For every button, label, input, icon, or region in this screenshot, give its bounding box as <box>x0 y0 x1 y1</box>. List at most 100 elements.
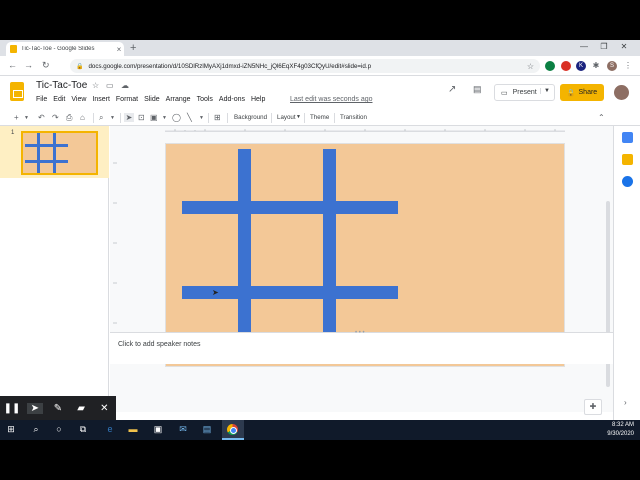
reload-icon[interactable]: ↻ <box>42 60 50 71</box>
line-icon[interactable]: ╲ <box>187 113 192 122</box>
taskbar-clock[interactable]: 8:32 AM 9/30/2020 <box>607 421 634 439</box>
menu-edit[interactable]: Edit <box>53 96 65 103</box>
present-button[interactable]: ▭ Present ▼ <box>494 84 555 101</box>
background-button[interactable]: Background <box>234 114 267 121</box>
star-icon[interactable]: ☆ <box>92 81 99 90</box>
thumb-grid-bar <box>25 144 68 147</box>
grid-vertical-bar-right[interactable] <box>323 149 336 363</box>
omnibox[interactable]: 🔒 docs.google.com/presentation/d/10SDlRz… <box>70 59 540 73</box>
minimize-window-icon[interactable]: — <box>578 42 590 51</box>
pointer-tool-icon[interactable]: ➤ <box>26 402 43 414</box>
slide-workspace: ➤ <box>110 126 613 412</box>
undo-icon[interactable]: ↶ <box>38 113 45 122</box>
grid-horizontal-bar-top[interactable] <box>182 201 398 214</box>
avatar[interactable] <box>614 85 629 100</box>
side-panel: › <box>613 126 640 440</box>
menu-insert[interactable]: Insert <box>92 96 110 103</box>
task-view-icon[interactable]: ⧉ <box>76 424 90 435</box>
extension-icon[interactable] <box>545 61 555 71</box>
maximize-window-icon[interactable]: ❐ <box>598 42 610 51</box>
bookmark-star-icon[interactable]: ☆ <box>527 62 534 71</box>
move-folder-icon[interactable]: ▭ <box>106 81 114 90</box>
pause-icon[interactable]: ❚❚ <box>4 403 21 414</box>
new-slide-icon[interactable]: + <box>14 113 19 122</box>
image-dropdown-icon[interactable]: ▼ <box>162 115 167 121</box>
collapse-toolbar-icon[interactable]: ⌃ <box>598 113 605 122</box>
chrome-taskbar-icon[interactable] <box>222 420 244 440</box>
slides-logo-icon[interactable] <box>10 82 24 101</box>
menu-arrange[interactable]: Arrange <box>166 96 191 103</box>
slide-thumbnail[interactable] <box>21 131 98 175</box>
highlighter-tool-icon[interactable]: ▰ <box>73 403 89 414</box>
menu-view[interactable]: View <box>71 96 86 103</box>
menu-addons[interactable]: Add-ons <box>219 96 245 103</box>
text-box-icon[interactable]: ⊡ <box>138 113 145 122</box>
close-tab-icon[interactable]: × <box>114 45 124 54</box>
app-icon[interactable]: ▤ <box>200 424 214 435</box>
select-cursor-icon[interactable]: ➤ <box>124 113 134 122</box>
explore-icon[interactable]: ✚ <box>584 399 602 415</box>
tasks-icon[interactable] <box>622 176 633 187</box>
last-edit-link[interactable]: Last edit was seconds ago <box>290 96 373 103</box>
transition-button[interactable]: Transition <box>340 114 367 121</box>
zoom-icon[interactable]: ⌕ <box>99 113 103 123</box>
shape-icon[interactable]: ◯ <box>172 113 181 122</box>
pen-tool-icon[interactable]: ✎ <box>50 403 66 414</box>
cortana-icon[interactable]: ○ <box>52 424 66 434</box>
print-icon[interactable]: ⎙ <box>66 113 72 123</box>
cloud-saved-icon: ☁ <box>121 81 129 90</box>
new-tab-button[interactable]: + <box>130 42 136 54</box>
menu-bar: File Edit View Insert Format Slide Arran… <box>36 96 265 103</box>
profile-s-icon[interactable]: S <box>607 61 617 71</box>
forward-icon[interactable]: → <box>24 60 33 70</box>
close-window-icon[interactable]: ✕ <box>618 42 630 51</box>
speaker-notes[interactable]: • • • Click to add speaker notes <box>110 330 613 364</box>
theme-button[interactable]: Theme <box>310 114 329 121</box>
screen: Tic-Tac-Toe - Google Slides × + — ❐ ✕ ← … <box>0 40 640 440</box>
grid-vertical-bar-left[interactable] <box>238 149 251 363</box>
paint-format-icon[interactable]: ⌂ <box>80 113 85 122</box>
edge-icon[interactable]: e <box>103 424 117 434</box>
thumb-grid-bar <box>37 133 40 173</box>
toolbar-divider <box>227 113 228 123</box>
layout-button[interactable]: Layout <box>277 114 296 121</box>
new-slide-dropdown-icon[interactable]: ▼ <box>24 115 29 121</box>
toolbar-divider <box>304 113 305 123</box>
menu-tools[interactable]: Tools <box>197 96 213 103</box>
present-dropdown-icon[interactable]: ▼ <box>540 88 550 94</box>
comment-add-icon[interactable]: ⊞ <box>214 113 221 122</box>
extensions-puzzle-icon[interactable]: ✱ <box>591 61 601 71</box>
menu-help[interactable]: Help <box>251 96 265 103</box>
address-bar-row: ← → ↻ 🔒 docs.google.com/presentation/d/1… <box>0 56 640 76</box>
extension-record-icon[interactable] <box>561 61 571 71</box>
layout-dropdown-icon[interactable]: ▼ <box>296 114 301 120</box>
tab-title: Tic-Tac-Toe - Google Slides <box>21 46 95 52</box>
redo-icon[interactable]: ↷ <box>52 113 59 122</box>
browser-tab[interactable]: Tic-Tac-Toe - Google Slides × <box>6 42 124 56</box>
browser-menu-icon[interactable]: ⋮ <box>623 61 633 71</box>
menu-file[interactable]: File <box>36 96 47 103</box>
mail-icon[interactable]: ✉ <box>176 424 190 435</box>
notes-resize-handle[interactable]: • • • <box>355 330 365 336</box>
zoom-dropdown-icon[interactable]: ▼ <box>110 115 115 121</box>
comment-history-icon[interactable]: ▤ <box>473 84 482 95</box>
menu-format[interactable]: Format <box>116 96 138 103</box>
extension-k-icon[interactable]: K <box>576 61 586 71</box>
file-explorer-icon[interactable]: ▬ <box>126 424 140 434</box>
close-annotation-icon[interactable]: ✕ <box>96 403 112 414</box>
image-icon[interactable]: ▣ <box>150 113 158 122</box>
annotation-toolbar: ❚❚ ➤ ✎ ▰ ✕ <box>0 396 116 420</box>
search-icon[interactable]: ⌕ <box>29 424 43 435</box>
activity-dashboard-icon[interactable]: ↗ <box>448 84 456 95</box>
line-dropdown-icon[interactable]: ▼ <box>199 115 204 121</box>
document-title[interactable]: Tic-Tac-Toe <box>36 80 87 91</box>
side-panel-expand-icon[interactable]: › <box>624 398 627 407</box>
store-icon[interactable]: ▣ <box>151 424 165 435</box>
back-icon[interactable]: ← <box>8 60 17 70</box>
keep-icon[interactable] <box>622 154 633 165</box>
calendar-icon[interactable] <box>622 132 633 143</box>
windows-start-icon[interactable]: ⊞ <box>4 424 18 435</box>
menu-slide[interactable]: Slide <box>144 96 160 103</box>
share-button[interactable]: 🔒 Share <box>560 84 604 101</box>
toolbar-divider <box>334 113 335 123</box>
